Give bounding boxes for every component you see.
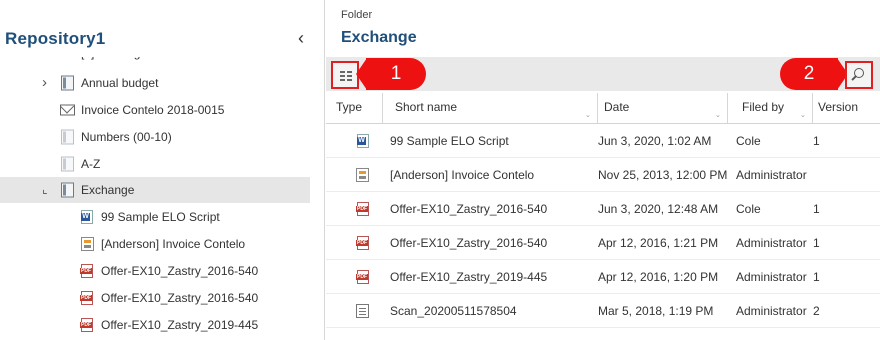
search-button[interactable]: [845, 61, 873, 89]
repository-title: Repository1: [5, 29, 106, 48]
cell-filed-by: Administrator: [736, 270, 807, 284]
tree-item-offer-2[interactable]: Offer-EX10_Zastry_2016-540: [0, 285, 310, 311]
tree-item-numbers[interactable]: Numbers (00-10): [0, 124, 310, 150]
cell-date: Nov 25, 2013, 12:00 PM: [598, 168, 728, 182]
tree-item-exchange[interactable]: ⌞ Exchange: [0, 177, 310, 203]
column-type[interactable]: Type: [336, 100, 362, 114]
cell-version: 1: [813, 270, 820, 284]
callout-2: 2: [780, 58, 848, 90]
tree-item-label: [Anderson] Invoice Contelo: [101, 237, 246, 251]
repository-tree-panel: [3] Meeting notes Repository1 ‹ › Annual…: [0, 0, 325, 340]
cell-version: 1: [813, 236, 820, 250]
table-row[interactable]: Offer-EX10_Zastry_2016-540 Jun 3, 2020, …: [326, 192, 880, 226]
word-icon: [81, 210, 93, 224]
collapse-icon[interactable]: ⌞: [42, 182, 48, 196]
cell-short-name: [Anderson] Invoice Contelo: [390, 168, 535, 182]
cell-date: Jun 3, 2020, 1:02 AM: [598, 134, 712, 148]
tree-item-elo-script[interactable]: 99 Sample ELO Script: [0, 204, 310, 230]
cell-date: Mar 5, 2018, 1:19 PM: [598, 304, 714, 318]
tree-item-anderson-invoice[interactable]: [Anderson] Invoice Contelo: [0, 231, 310, 257]
table-header: Type Short name ⌄ Date ⌄ Filed by ⌄ Vers…: [326, 91, 880, 124]
column-divider[interactable]: [727, 93, 728, 123]
table-row[interactable]: Scan_20200511578504 Mar 5, 2018, 1:19 PM…: [326, 294, 880, 328]
tree-item-annual-budget[interactable]: › Annual budget: [0, 70, 310, 96]
table-row[interactable]: Offer-EX10_Zastry_2016-540 Apr 12, 2016,…: [326, 226, 880, 260]
folder-icon: [61, 75, 74, 91]
cell-filed-by: Administrator: [736, 304, 807, 318]
column-short-name[interactable]: Short name: [395, 100, 457, 114]
cell-date: Apr 12, 2016, 1:20 PM: [598, 270, 719, 284]
cell-date: Jun 3, 2020, 12:48 AM: [598, 202, 719, 216]
sort-caret-icon[interactable]: ⌄: [715, 111, 721, 119]
tree-item-offer-3[interactable]: Offer-EX10_Zastry_2019-445: [0, 312, 310, 338]
collapse-panel-button[interactable]: ‹: [298, 28, 312, 48]
table-row[interactable]: 99 Sample ELO Script Jun 3, 2020, 1:02 A…: [326, 124, 880, 158]
cell-version: 2: [813, 304, 820, 318]
table-row[interactable]: [Anderson] Invoice Contelo Nov 25, 2013,…: [326, 158, 880, 192]
pdf-icon: [356, 201, 369, 216]
scan-icon: [356, 303, 369, 318]
cell-short-name: Scan_20200511578504: [390, 304, 517, 318]
tree-item-label: Offer-EX10_Zastry_2016-540: [101, 264, 259, 278]
column-divider[interactable]: [597, 93, 598, 123]
invoice-icon: [81, 237, 94, 251]
cell-short-name: Offer-EX10_Zastry_2019-445: [390, 270, 548, 284]
tree-item-label: A-Z: [81, 157, 101, 171]
tree-item-label: Invoice Contelo 2018-0015: [81, 103, 225, 117]
pdf-icon: [356, 235, 369, 250]
folder-icon: [61, 156, 74, 172]
callout-1: 1: [356, 58, 426, 90]
tree-item-label: Exchange: [81, 183, 135, 197]
tree-item-label: Offer-EX10_Zastry_2016-540: [101, 291, 259, 305]
tree-item-a-z[interactable]: A-Z: [0, 151, 310, 177]
tree-item-invoice[interactable]: Invoice Contelo 2018-0015: [0, 97, 310, 123]
folder-icon: [61, 129, 74, 145]
sort-caret-icon[interactable]: ⌄: [585, 111, 591, 119]
tree-item-offer-1[interactable]: Offer-EX10_Zastry_2016-540: [0, 258, 310, 284]
breadcrumb: Folder: [341, 9, 373, 21]
sort-caret-icon[interactable]: ⌄: [800, 111, 806, 119]
view-options-button[interactable]: [331, 61, 359, 89]
cell-short-name: 99 Sample ELO Script: [390, 134, 509, 148]
mail-icon: [60, 104, 75, 116]
cell-version: 1: [813, 202, 820, 216]
cell-filed-by: Administrator: [736, 168, 807, 182]
search-icon: [854, 68, 864, 78]
cell-version: 1: [813, 134, 820, 148]
pdf-icon: [80, 264, 93, 278]
tree-item-label: Annual budget: [81, 76, 159, 90]
pdf-icon: [356, 269, 369, 284]
folder-icon: [61, 182, 74, 198]
invoice-icon: [356, 167, 369, 182]
expand-icon[interactable]: ›: [42, 74, 47, 91]
column-divider[interactable]: [382, 93, 383, 123]
column-date[interactable]: Date: [604, 100, 629, 114]
page-title: Exchange: [341, 29, 417, 46]
tree-item-label: Offer-EX10_Zastry_2019-445: [101, 318, 259, 332]
column-divider[interactable]: [812, 93, 813, 123]
pdf-icon: [80, 291, 93, 305]
cell-filed-by: Cole: [736, 134, 761, 148]
cell-short-name: Offer-EX10_Zastry_2016-540: [390, 202, 548, 216]
column-filed-by[interactable]: Filed by: [742, 100, 784, 114]
tree-item-label: 99 Sample ELO Script: [101, 210, 220, 224]
table-row[interactable]: Offer-EX10_Zastry_2019-445 Apr 12, 2016,…: [326, 260, 880, 294]
cell-filed-by: Administrator: [736, 236, 807, 250]
word-icon: [357, 133, 369, 148]
cell-date: Apr 12, 2016, 1:21 PM: [598, 236, 719, 250]
column-version[interactable]: Version: [818, 100, 858, 114]
cell-filed-by: Cole: [736, 202, 761, 216]
pdf-icon: [80, 318, 93, 332]
cell-short-name: Offer-EX10_Zastry_2016-540: [390, 236, 548, 250]
tree-item-label: Numbers (00-10): [81, 130, 172, 144]
